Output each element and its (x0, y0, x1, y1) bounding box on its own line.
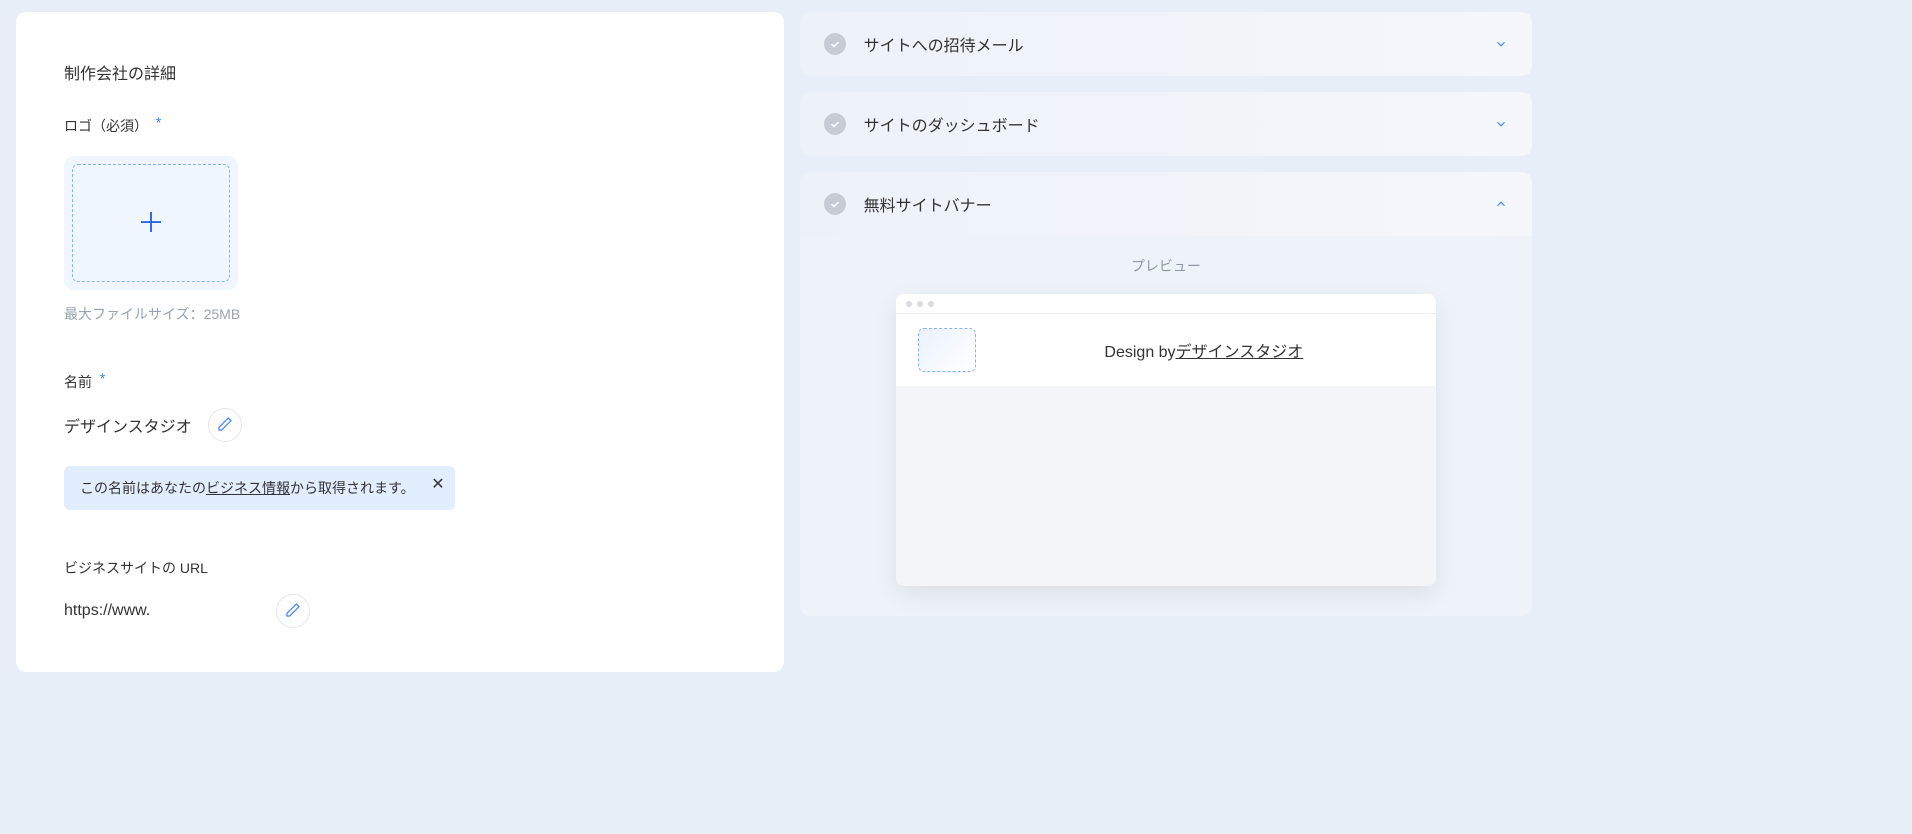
preview-panel: サイトへの招待メール サイトのダッシュボード 無料サイトバナー (800, 12, 1532, 672)
close-info-button[interactable]: ✕ (431, 474, 444, 494)
name-label: 名前 (64, 372, 92, 392)
preview-window-topbar (896, 294, 1436, 314)
accordion-body: プレビュー Design byデザインスタジオ (800, 236, 1532, 616)
section-title: 制作会社の詳細 (64, 60, 736, 84)
check-circle-icon (824, 193, 846, 215)
logo-label: ロゴ（必須） (64, 116, 148, 136)
business-info-link[interactable]: ビジネス情報 (206, 480, 290, 496)
accordion-title: サイトへの招待メール (864, 32, 1476, 56)
pencil-icon (285, 602, 301, 621)
preview-label: プレビュー (896, 256, 1436, 276)
pencil-icon (217, 416, 233, 435)
production-company-details-panel: 制作会社の詳細 ロゴ（必須） * 最大ファイルサイズ：25MB 名前 * デザイ… (16, 12, 784, 672)
accordion-free-banner[interactable]: 無料サイトバナー (800, 172, 1532, 236)
preview-window: Design byデザインスタジオ (896, 294, 1436, 586)
preview-body-empty (896, 386, 1436, 586)
accordion-title: サイトのダッシュボード (864, 112, 1476, 136)
name-field: 名前 * デザインスタジオ この名前はあなたのビジネス情報から取得されます。 ✕ (64, 372, 736, 510)
logo-field: ロゴ（必須） * 最大ファイルサイズ：25MB (64, 116, 736, 324)
window-dot (917, 301, 923, 307)
chevron-down-icon (1494, 117, 1508, 131)
max-file-size-text: 最大ファイルサイズ：25MB (64, 304, 736, 324)
accordion-free-banner-wrapper: 無料サイトバナー プレビュー Design byデザイン (800, 172, 1532, 616)
preview-banner-row: Design byデザインスタジオ (896, 314, 1436, 386)
design-by-studio-link[interactable]: デザインスタジオ (1176, 344, 1304, 361)
window-dot (928, 301, 934, 307)
accordion-title: 無料サイトバナー (864, 192, 1476, 216)
logo-upload-area[interactable] (64, 156, 238, 290)
accordion-invite-email[interactable]: サイトへの招待メール (800, 12, 1532, 76)
chevron-up-icon (1494, 197, 1508, 211)
info-callout-text: この名前はあなたのビジネス情報から取得されます。 (80, 480, 415, 496)
check-circle-icon (824, 33, 846, 55)
window-dot (906, 301, 912, 307)
logo-upload-dashed[interactable] (72, 164, 230, 282)
accordion-dashboard[interactable]: サイトのダッシュボード (800, 92, 1532, 156)
edit-url-button[interactable] (276, 594, 310, 628)
design-by-text: Design byデザインスタジオ (994, 338, 1414, 362)
name-value: デザインスタジオ (64, 413, 192, 437)
preview-logo-placeholder (918, 328, 976, 372)
check-circle-icon (824, 113, 846, 135)
url-redacted (150, 603, 260, 619)
chevron-down-icon (1494, 37, 1508, 51)
url-label: ビジネスサイトの URL (64, 558, 208, 578)
plus-icon (136, 207, 166, 240)
required-asterisk: * (156, 114, 161, 130)
url-value: https://www. (64, 602, 260, 620)
required-asterisk: * (100, 370, 105, 386)
business-url-field: ビジネスサイトの URL https://www. (64, 558, 736, 628)
edit-name-button[interactable] (208, 408, 242, 442)
close-icon: ✕ (431, 476, 444, 493)
name-info-callout: この名前はあなたのビジネス情報から取得されます。 ✕ (64, 466, 455, 510)
